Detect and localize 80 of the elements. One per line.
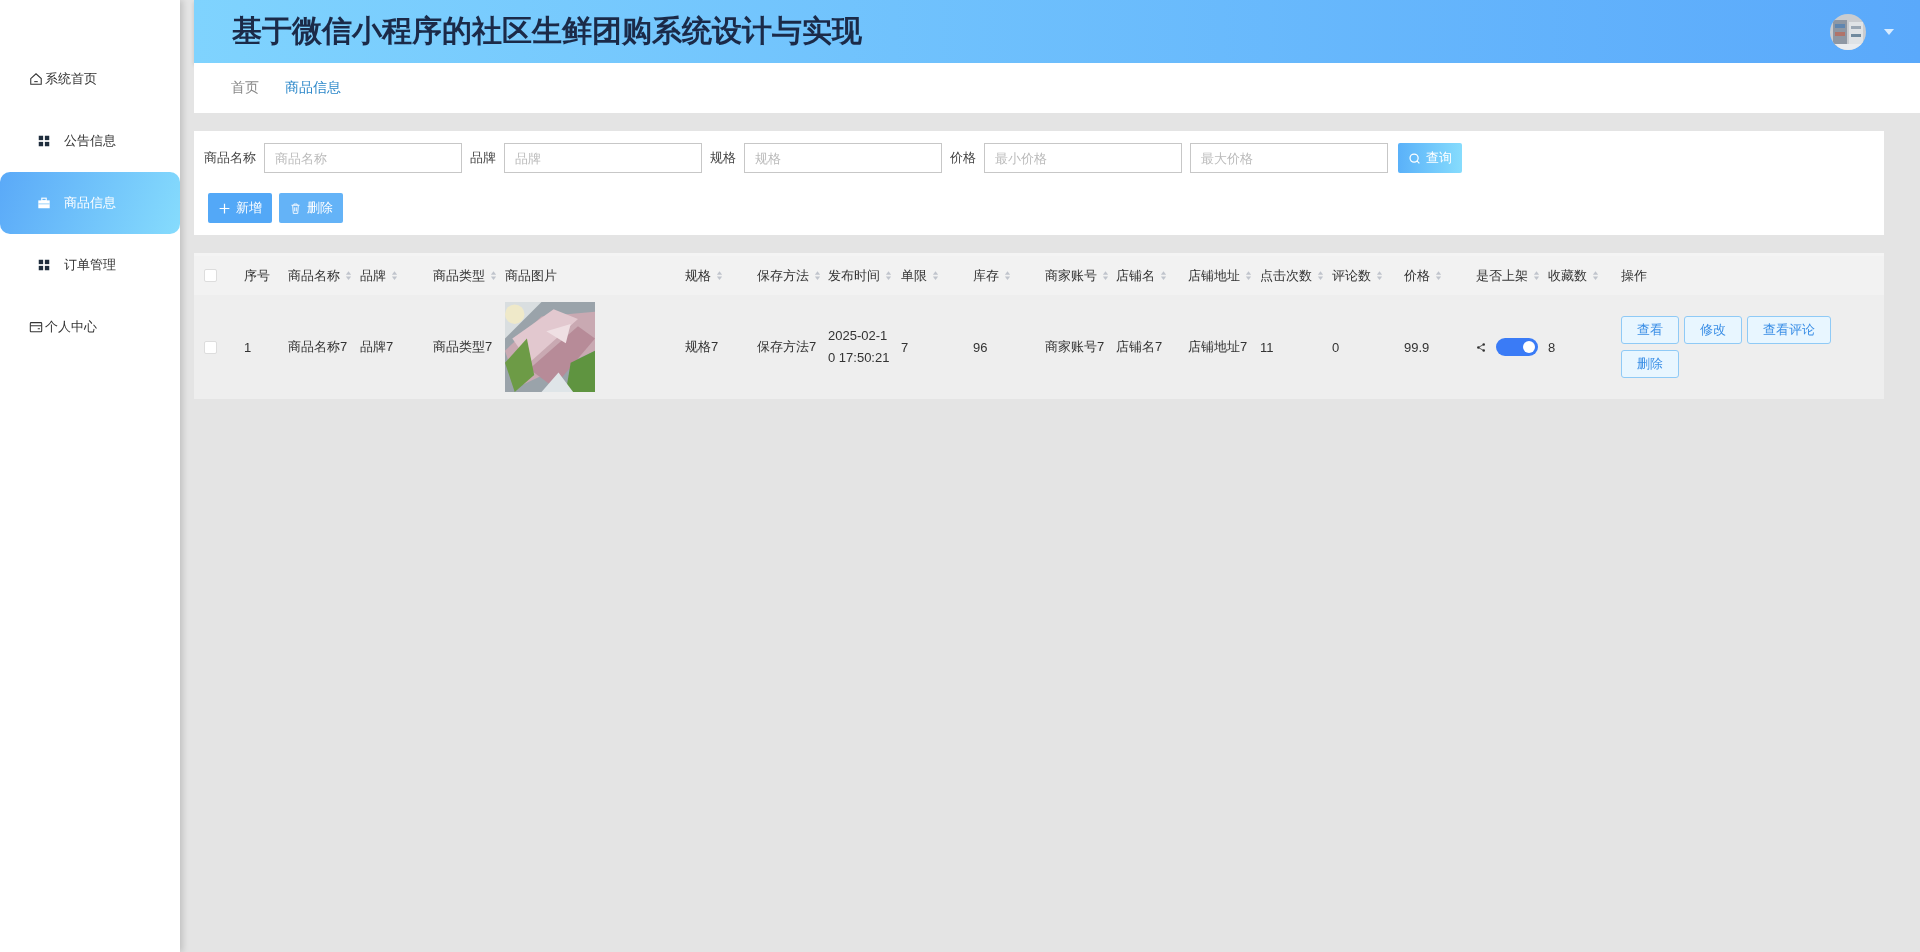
toggle-switch[interactable]	[1496, 338, 1538, 356]
column-header[interactable]: 价格	[1404, 266, 1442, 285]
table-cell: 商品名称7	[288, 338, 348, 356]
column-header[interactable]: 品牌	[360, 266, 398, 285]
plus-icon	[218, 201, 231, 215]
search-field[interactable]: 最小价格	[984, 143, 1182, 173]
table-cell-text: 2025-02-10 17:50:21	[828, 327, 891, 367]
column-header[interactable]: 店铺地址	[1188, 266, 1252, 285]
briefcase-icon	[37, 196, 51, 210]
sort-icon	[932, 270, 939, 281]
checkbox[interactable]	[204, 340, 217, 354]
table-cell: 1	[244, 339, 252, 355]
column-header[interactable]: 商品名称	[288, 266, 352, 285]
column-header[interactable]: 规格	[685, 266, 723, 285]
column-header[interactable]: 收藏数	[1548, 266, 1599, 285]
column-header[interactable]: 点击次数	[1260, 266, 1324, 285]
column-header[interactable]: 商家账号	[1045, 266, 1109, 285]
sort-icon	[716, 270, 723, 281]
column-header[interactable]: 发布时间	[828, 266, 892, 285]
sort-icon	[1102, 270, 1109, 281]
home-icon	[29, 72, 43, 86]
sort-icon	[1160, 270, 1167, 281]
sort-icon	[814, 270, 821, 281]
field-label: 价格	[950, 149, 976, 167]
sort-icon	[1317, 270, 1324, 281]
trash-icon	[289, 201, 302, 215]
table-cell: 规格7	[685, 338, 719, 356]
column-header[interactable]: 是否上架	[1476, 266, 1540, 285]
search-field[interactable]: 品牌	[504, 143, 702, 173]
sort-icon	[885, 270, 892, 281]
search-icon	[1408, 151, 1421, 165]
table-cell: 99.9	[1404, 339, 1430, 355]
column-header[interactable]: 保存方法	[757, 266, 821, 285]
sort-icon	[1004, 270, 1011, 281]
sort-icon	[1592, 270, 1599, 281]
table-cell: 商品类型7	[433, 338, 493, 356]
dropdown-caret-icon[interactable]	[1884, 28, 1894, 35]
app-title: 基于微信小程序的社区生鲜团购系统设计与实现	[232, 12, 862, 50]
share-icon	[1476, 340, 1487, 354]
sort-icon	[1533, 270, 1540, 281]
column-header[interactable]: 单限	[901, 266, 939, 285]
table-cell: 96	[973, 339, 988, 355]
field-label: 规格	[710, 149, 736, 167]
sort-icon	[1435, 270, 1442, 281]
wallet-icon	[29, 320, 43, 334]
table-cell: 保存方法7	[757, 338, 817, 356]
sort-icon	[490, 270, 497, 281]
grid-icon	[37, 258, 51, 272]
search-field[interactable]: 规格	[744, 143, 942, 173]
table-cell: 0	[1332, 339, 1340, 355]
column-header[interactable]: 序号	[244, 266, 270, 285]
menu-item[interactable]: 个人中心	[0, 296, 180, 358]
menu-item[interactable]: 公告信息	[0, 110, 180, 172]
column-header[interactable]: 评论数	[1332, 266, 1383, 285]
search-field[interactable]: 商品名称	[264, 143, 462, 173]
sort-icon	[345, 270, 352, 281]
table-cell: 7	[901, 339, 909, 355]
menu-item[interactable]: 系统首页	[0, 48, 180, 110]
column-header[interactable]: 库存	[973, 266, 1011, 285]
table-cell: 11	[1260, 339, 1274, 355]
table-cell: 商家账号7	[1045, 338, 1105, 356]
sort-icon	[391, 270, 398, 281]
column-header[interactable]: 店铺名	[1116, 266, 1167, 285]
table-cell: 品牌7	[360, 338, 394, 356]
search-field[interactable]: 最大价格	[1190, 143, 1388, 173]
checkbox[interactable]	[204, 269, 217, 282]
field-label: 品牌	[470, 149, 496, 167]
field-label: 商品名称	[204, 149, 256, 167]
menu-item[interactable]: 订单管理	[0, 234, 180, 296]
grid-icon	[37, 134, 51, 148]
table-cell: 8	[1548, 339, 1556, 355]
table-cell: 店铺地址7	[1188, 338, 1248, 356]
table-cell: 店铺名7	[1116, 338, 1163, 356]
column-header[interactable]: 商品图片	[505, 266, 557, 285]
breadcrumb-link[interactable]: 商品信息	[285, 79, 341, 97]
column-header[interactable]: 商品类型	[433, 266, 497, 285]
sort-icon	[1245, 270, 1252, 281]
column-header[interactable]: 操作	[1621, 266, 1647, 285]
sort-icon	[1376, 270, 1383, 281]
breadcrumb-link[interactable]: 首页	[231, 79, 259, 97]
